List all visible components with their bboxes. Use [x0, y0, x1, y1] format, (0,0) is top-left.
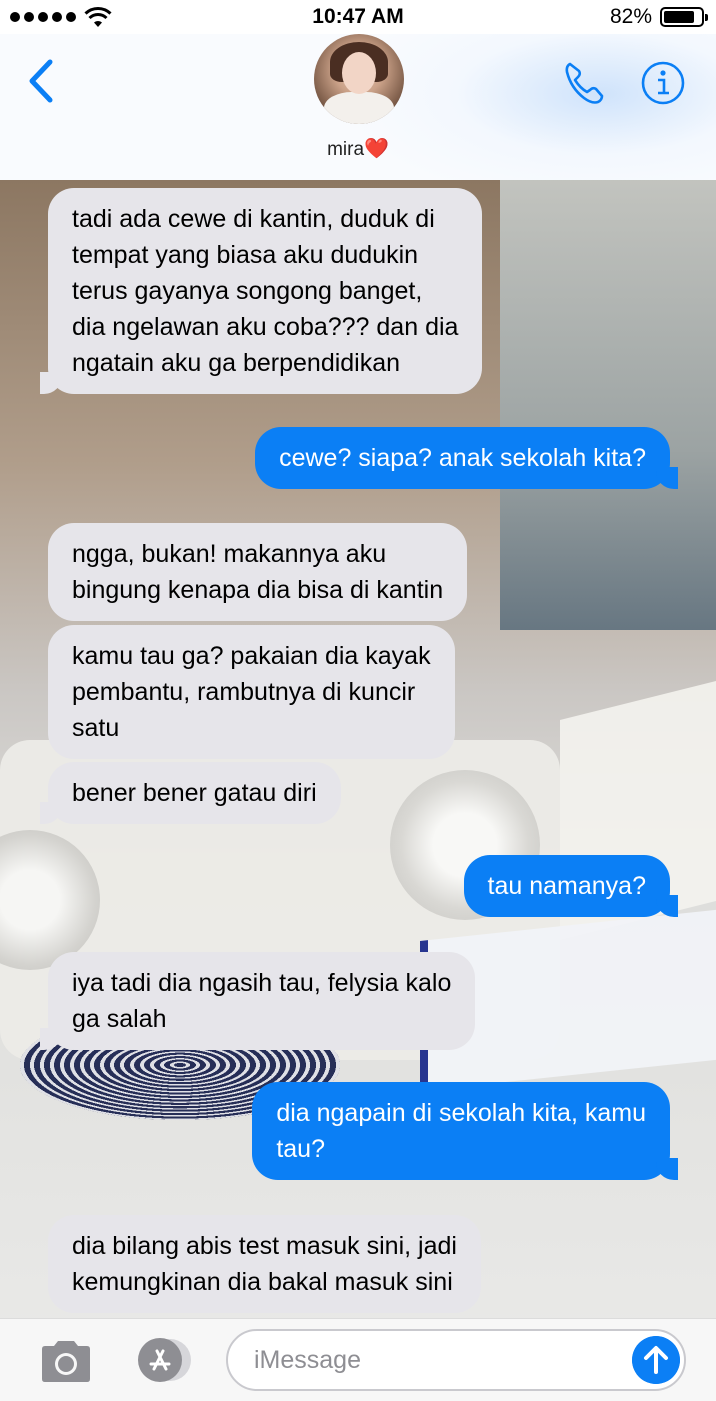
conversation-header: mira❤️: [0, 34, 716, 180]
phone-icon[interactable]: [560, 58, 610, 108]
chevron-left-icon[interactable]: [22, 56, 62, 106]
message-incoming[interactable]: iya tadi dia ngasih tau, felysia kalo ga…: [39, 952, 476, 1050]
info-icon[interactable]: [640, 60, 686, 106]
status-right: 82%: [610, 5, 716, 29]
app-store-icon[interactable]: [130, 1337, 196, 1383]
background-photo: [500, 180, 716, 630]
battery-fill: [664, 11, 694, 23]
status-left: [0, 6, 112, 28]
battery-percent: 82%: [609, 5, 652, 28]
message-outgoing[interactable]: tau namanya?: [463, 855, 679, 917]
contact-name: mira: [327, 139, 365, 160]
battery-icon: [660, 7, 708, 27]
message-incoming[interactable]: bener bener gatau diri: [40, 762, 341, 824]
message-incoming[interactable]: ngga, bukan! makannya aku bingung kenapa…: [48, 523, 468, 621]
status-bar: 10:47 AM 82%: [0, 0, 716, 34]
contact-emoji: ❤️: [364, 138, 389, 160]
contact-name-row[interactable]: mira❤️: [0, 136, 716, 161]
wifi-icon: [84, 6, 112, 27]
avatar[interactable]: [314, 34, 404, 124]
message-incoming[interactable]: kamu tau ga? pakaian dia kayak pembantu,…: [48, 625, 455, 759]
message-incoming[interactable]: tadi ada cewe di kantin, duduk di tempat…: [39, 188, 483, 394]
compose-bar: [0, 1318, 716, 1401]
message-incoming[interactable]: dia bilang abis test masuk sini, jadi ke…: [48, 1215, 481, 1313]
message-outgoing[interactable]: dia ngapain di sekolah kita, kamu tau?: [252, 1082, 678, 1180]
camera-icon[interactable]: [38, 1339, 94, 1383]
message-outgoing[interactable]: cewe? siapa? anak sekolah kita?: [255, 427, 678, 489]
arrow-up-icon[interactable]: [632, 1336, 680, 1384]
chat-transcript[interactable]: tadi ada cewe di kantin, duduk di tempat…: [0, 180, 716, 1318]
imessage-input[interactable]: [226, 1329, 686, 1391]
signal-icon: [10, 12, 76, 22]
